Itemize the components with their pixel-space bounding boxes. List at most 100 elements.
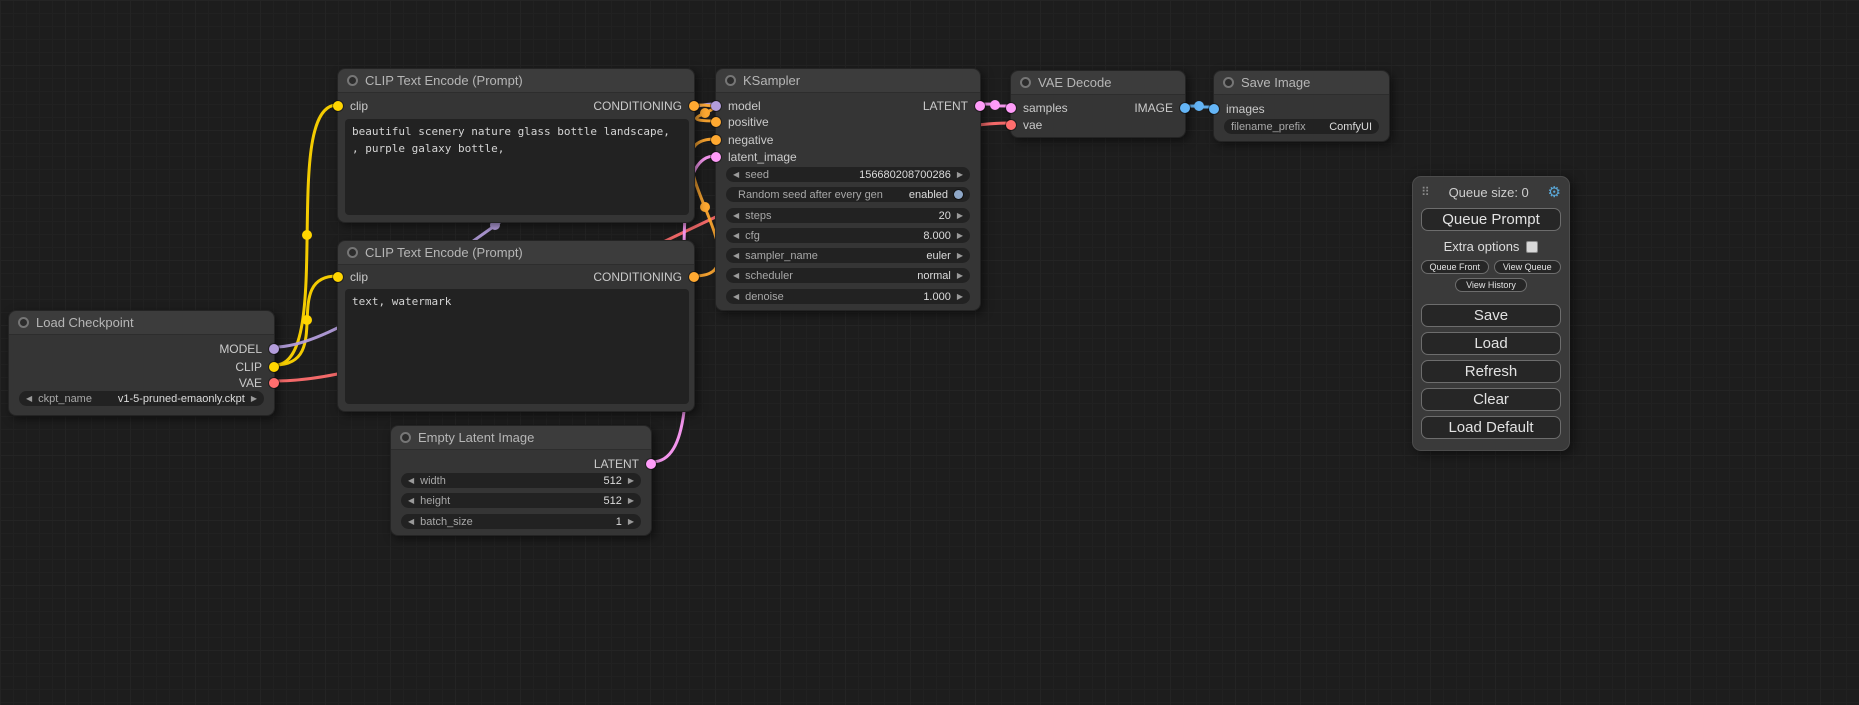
steps-widget[interactable]: ◀ steps 20 ▶ <box>726 208 970 223</box>
input-label-clip: clip <box>350 99 368 113</box>
input-slot-latent-image[interactable] <box>711 152 721 162</box>
increment-arrow-icon[interactable]: ▶ <box>957 232 963 240</box>
queue-size-label: Queue size: 0 <box>1449 185 1529 200</box>
input-slot-samples[interactable] <box>1006 103 1016 113</box>
gear-icon[interactable]: ⚙ <box>1548 183 1561 201</box>
decrement-arrow-icon[interactable]: ◀ <box>733 232 739 240</box>
refresh-button[interactable]: Refresh <box>1421 360 1561 383</box>
collapse-toggle-icon[interactable] <box>1020 77 1031 88</box>
queue-front-button[interactable]: Queue Front <box>1421 260 1489 274</box>
drag-handle-icon[interactable]: ⠿ <box>1421 185 1430 199</box>
node-ksampler[interactable]: KSampler model LATENT positive negative … <box>715 68 981 311</box>
output-slot-latent[interactable] <box>646 459 656 469</box>
collapse-toggle-icon[interactable] <box>400 432 411 443</box>
input-slot-images[interactable] <box>1209 104 1219 114</box>
increment-arrow-icon[interactable]: ▶ <box>957 293 963 301</box>
clear-button[interactable]: Clear <box>1421 388 1561 411</box>
cfg-widget[interactable]: ◀ cfg 8.000 ▶ <box>726 228 970 243</box>
widget-value: 8.000 <box>923 230 951 242</box>
collapse-toggle-icon[interactable] <box>347 247 358 258</box>
widget-value: 512 <box>603 475 621 487</box>
seed-control-widget[interactable]: Random seed after every gen enabled <box>726 187 970 202</box>
output-label-latent: LATENT <box>594 457 639 471</box>
wire-midpoint-dot <box>1194 101 1204 111</box>
collapse-toggle-icon[interactable] <box>18 317 29 328</box>
ckpt-name-widget[interactable]: ◀ ckpt_name v1-5-pruned-emaonly.ckpt ▶ <box>19 391 264 406</box>
node-save-image[interactable]: Save Image images filename_prefix ComfyU… <box>1213 70 1390 142</box>
queue-panel: ⠿ Queue size: 0 ⚙ Queue Prompt Extra opt… <box>1412 176 1570 451</box>
increment-arrow-icon[interactable]: ▶ <box>957 171 963 179</box>
node-title-bar: CLIP Text Encode (Prompt) <box>338 69 694 93</box>
increment-arrow-icon[interactable]: ▶ <box>628 477 634 485</box>
view-queue-button[interactable]: View Queue <box>1494 260 1562 274</box>
increment-arrow-icon[interactable]: ▶ <box>628 497 634 505</box>
load-button[interactable]: Load <box>1421 332 1561 355</box>
widget-value: 156680208700286 <box>859 169 951 181</box>
node-vae-decode[interactable]: VAE Decode samples IMAGE vae <box>1010 70 1186 138</box>
input-slot-clip[interactable] <box>333 101 343 111</box>
decrement-arrow-icon[interactable]: ◀ <box>733 293 739 301</box>
extra-options-label: Extra options <box>1444 239 1520 254</box>
output-slot-model[interactable] <box>269 344 279 354</box>
output-slot-vae[interactable] <box>269 378 279 388</box>
increment-arrow-icon[interactable]: ▶ <box>957 272 963 280</box>
output-label-model: MODEL <box>219 342 262 356</box>
widget-name: batch_size <box>420 516 473 528</box>
input-slot-model[interactable] <box>711 101 721 111</box>
decrement-arrow-icon[interactable]: ◀ <box>408 518 414 526</box>
positive-prompt-textarea[interactable]: beautiful scenery nature glass bottle la… <box>345 119 689 215</box>
node-clip-text-encode-negative[interactable]: CLIP Text Encode (Prompt) clip CONDITION… <box>337 240 695 412</box>
node-clip-text-encode-positive[interactable]: CLIP Text Encode (Prompt) clip CONDITION… <box>337 68 695 223</box>
increment-arrow-icon[interactable]: ▶ <box>251 395 257 403</box>
input-slot-negative[interactable] <box>711 135 721 145</box>
decrement-arrow-icon[interactable]: ◀ <box>733 272 739 280</box>
node-title-bar: Load Checkpoint <box>9 311 274 335</box>
input-label-positive: positive <box>728 115 769 129</box>
save-button[interactable]: Save <box>1421 304 1561 327</box>
input-label-latent-image: latent_image <box>728 150 797 164</box>
filename-prefix-widget[interactable]: filename_prefix ComfyUI <box>1224 119 1379 134</box>
increment-arrow-icon[interactable]: ▶ <box>628 518 634 526</box>
output-slot-clip[interactable] <box>269 362 279 372</box>
widget-value: v1-5-pruned-emaonly.ckpt <box>118 393 245 405</box>
collapse-toggle-icon[interactable] <box>725 75 736 86</box>
sampler-name-widget[interactable]: ◀ sampler_name euler ▶ <box>726 248 970 263</box>
seed-widget[interactable]: ◀ seed 156680208700286 ▶ <box>726 167 970 182</box>
output-slot-image[interactable] <box>1180 103 1190 113</box>
wire-midpoint-dot <box>700 202 710 212</box>
negative-prompt-textarea[interactable]: text, watermark <box>345 289 689 404</box>
decrement-arrow-icon[interactable]: ◀ <box>408 477 414 485</box>
queue-prompt-button[interactable]: Queue Prompt <box>1421 208 1561 231</box>
node-title-text: KSampler <box>743 73 800 88</box>
batch-size-widget[interactable]: ◀ batch_size 1 ▶ <box>401 514 641 529</box>
width-widget[interactable]: ◀ width 512 ▶ <box>401 473 641 488</box>
output-label-conditioning: CONDITIONING <box>593 270 682 284</box>
decrement-arrow-icon[interactable]: ◀ <box>733 171 739 179</box>
denoise-widget[interactable]: ◀ denoise 1.000 ▶ <box>726 289 970 304</box>
input-slot-clip[interactable] <box>333 272 343 282</box>
decrement-arrow-icon[interactable]: ◀ <box>733 212 739 220</box>
collapse-toggle-icon[interactable] <box>1223 77 1234 88</box>
input-slot-vae[interactable] <box>1006 120 1016 130</box>
widget-name: filename_prefix <box>1231 121 1306 133</box>
output-slot-latent[interactable] <box>975 101 985 111</box>
height-widget[interactable]: ◀ height 512 ▶ <box>401 493 641 508</box>
decrement-arrow-icon[interactable]: ◀ <box>408 497 414 505</box>
collapse-toggle-icon[interactable] <box>347 75 358 86</box>
output-slot-conditioning[interactable] <box>689 272 699 282</box>
node-load-checkpoint[interactable]: Load Checkpoint MODEL CLIP VAE ◀ ckpt_na… <box>8 310 275 416</box>
decrement-arrow-icon[interactable]: ◀ <box>733 252 739 260</box>
node-empty-latent-image[interactable]: Empty Latent Image LATENT ◀ width 512 ▶ … <box>390 425 652 536</box>
increment-arrow-icon[interactable]: ▶ <box>957 212 963 220</box>
view-history-button[interactable]: View History <box>1455 278 1527 292</box>
increment-arrow-icon[interactable]: ▶ <box>957 252 963 260</box>
canvas[interactable]: { "colors": { "model": "#B39DDB", "clip"… <box>0 0 1859 705</box>
load-default-button[interactable]: Load Default <box>1421 416 1561 439</box>
scheduler-widget[interactable]: ◀ scheduler normal ▶ <box>726 268 970 283</box>
toggle-indicator-icon[interactable] <box>954 190 963 199</box>
extra-options-checkbox[interactable] <box>1526 241 1538 253</box>
input-slot-positive[interactable] <box>711 117 721 127</box>
output-slot-conditioning[interactable] <box>689 101 699 111</box>
decrement-arrow-icon[interactable]: ◀ <box>26 395 32 403</box>
wire-midpoint-dot <box>700 108 710 118</box>
